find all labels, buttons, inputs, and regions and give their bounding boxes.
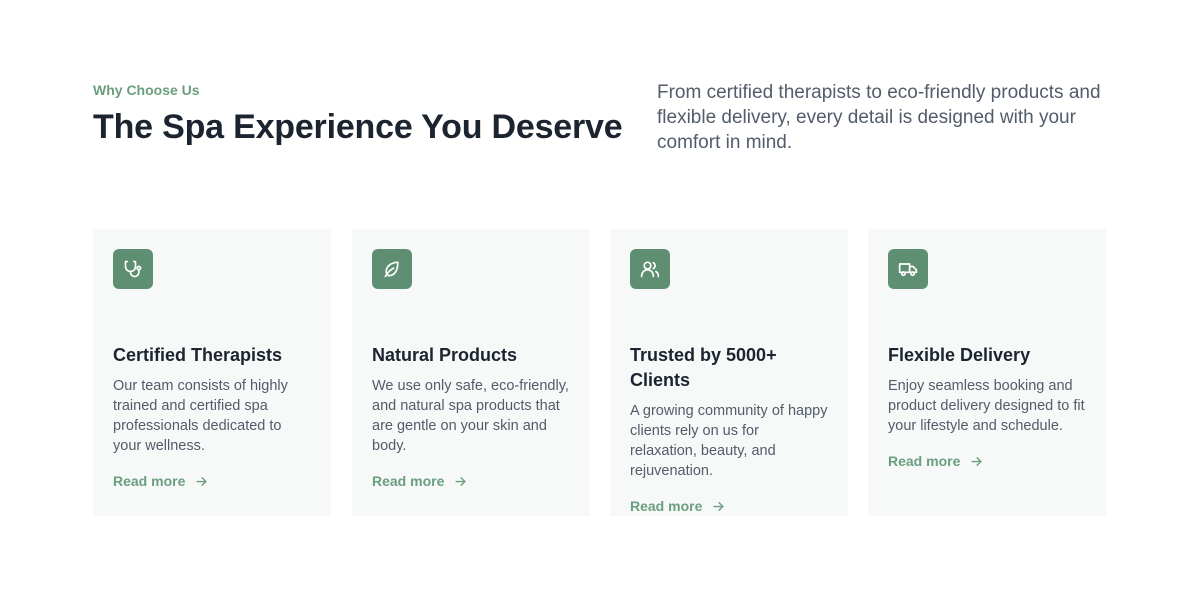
- section-eyebrow: Why Choose Us: [93, 82, 200, 98]
- feature-description: We use only safe, eco-friendly, and natu…: [372, 378, 569, 454]
- read-more-label: Read more: [630, 498, 703, 514]
- section-title: The Spa Experience You Deserve: [93, 108, 623, 146]
- read-more-link[interactable]: Read more: [372, 473, 468, 489]
- section-intro: From certified therapists to eco-friendl…: [657, 82, 1101, 153]
- read-more-label: Read more: [372, 473, 445, 489]
- feature-description: A growing community of happy clients rel…: [630, 403, 828, 479]
- feature-title: Flexible Delivery: [888, 345, 1031, 365]
- read-more-link[interactable]: Read more: [630, 498, 726, 514]
- feature-card-flexible-delivery: Flexible Delivery Enjoy seamless booking…: [868, 229, 1106, 516]
- feature-description: Enjoy seamless booking and product deliv…: [888, 378, 1085, 434]
- users-icon: [630, 249, 670, 289]
- feature-title: Trusted by 5000+ Clients: [630, 345, 777, 390]
- feature-card-trusted-clients: Trusted by 5000+ Clients A growing commu…: [610, 229, 848, 516]
- read-more-label: Read more: [113, 473, 186, 489]
- read-more-link[interactable]: Read more: [888, 453, 984, 469]
- feature-card-natural-products: Natural Products We use only safe, eco-f…: [352, 229, 590, 516]
- arrow-right-icon: [455, 476, 466, 486]
- arrow-right-icon: [713, 501, 724, 511]
- why-choose-us-section: Why Choose Us The Spa Experience You Des…: [0, 0, 1200, 596]
- feature-card-certified-therapists: Certified Therapists Our team consists o…: [93, 229, 331, 516]
- truck-icon: [888, 249, 928, 289]
- read-more-label: Read more: [888, 453, 961, 469]
- read-more-link[interactable]: Read more: [113, 473, 209, 489]
- feature-title: Certified Therapists: [113, 345, 283, 365]
- stethoscope-icon: [113, 249, 153, 289]
- leaf-icon: [372, 249, 412, 289]
- feature-description: Our team consists of highly trained and …: [113, 378, 288, 454]
- arrow-right-icon: [196, 476, 207, 486]
- arrow-right-icon: [971, 456, 982, 466]
- feature-title: Natural Products: [372, 345, 518, 365]
